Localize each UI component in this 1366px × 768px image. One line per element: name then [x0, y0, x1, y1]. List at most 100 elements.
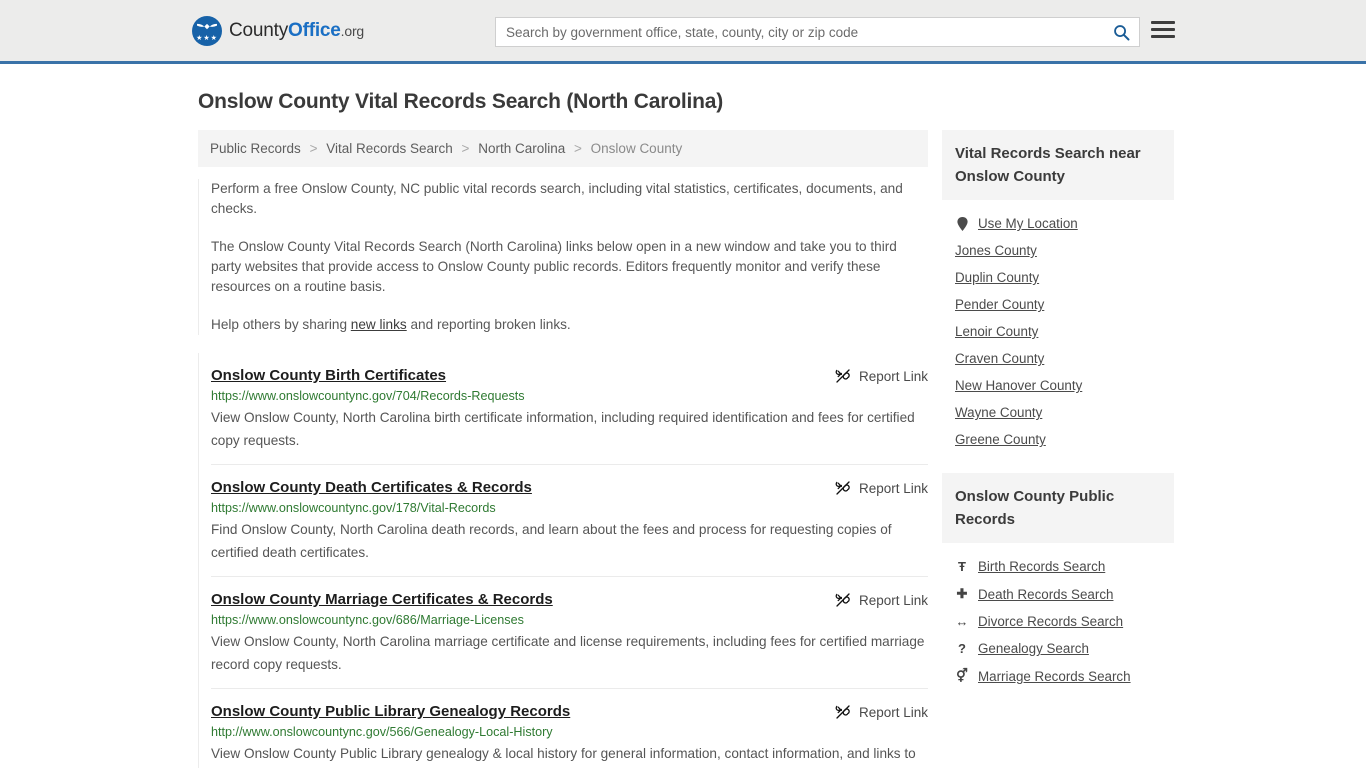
search-input[interactable] — [496, 24, 1103, 40]
result-url: http://www.onslowcountync.gov/566/Geneal… — [211, 725, 553, 739]
intro-paragraph-1: Perform a free Onslow County, NC public … — [211, 181, 903, 216]
result-title-link[interactable]: Onslow County Public Library Genealogy R… — [211, 703, 570, 720]
broken-link-icon — [835, 705, 850, 719]
new-links-link[interactable]: new links — [351, 317, 407, 332]
stars-glyph: ★★★ — [196, 34, 218, 42]
result-header: Onslow County Death Certificates & Recor… — [211, 479, 928, 496]
result-header: Onslow County Marriage Certificates & Re… — [211, 591, 928, 608]
sidebar-item-divorce-records-search[interactable]: ↔ Divorce Records Search — [942, 608, 1174, 635]
result-description: View Onslow County, North Carolina birth… — [211, 410, 915, 448]
sidebar-item-marriage-records-search[interactable]: ⚥ Marriage Records Search — [942, 662, 1174, 690]
sidebar-link-label[interactable]: Marriage Records Search — [978, 669, 1131, 684]
breadcrumb-item-north-carolina[interactable]: North Carolina — [478, 141, 565, 156]
sidebar: Vital Records Search near Onslow County … — [942, 130, 1174, 710]
sidebar-link-label[interactable]: Pender County — [955, 297, 1044, 312]
intro-text-before-link: Help others by sharing — [211, 317, 351, 332]
search-icon — [1113, 24, 1129, 40]
result-header: Onslow County Public Library Genealogy R… — [211, 703, 928, 720]
breadcrumb-separator: > — [574, 141, 582, 156]
main-column: Public Records > Vital Records Search > … — [198, 130, 928, 768]
sidebar-item-new-hanover-county[interactable]: New Hanover County — [942, 372, 1174, 399]
brand-wordmark: CountyOffice.org — [229, 20, 364, 42]
result-title-link[interactable]: Onslow County Death Certificates & Recor… — [211, 479, 532, 496]
result-title-link[interactable]: Onslow County Birth Certificates — [211, 367, 446, 384]
intro-section: Perform a free Onslow County, NC public … — [198, 179, 928, 335]
broken-link-icon — [835, 481, 850, 495]
sidebar-link-label[interactable]: Birth Records Search — [978, 559, 1105, 574]
sidebar-link-label[interactable]: Wayne County — [955, 405, 1042, 420]
sidebar-item-craven-county[interactable]: Craven County — [942, 345, 1174, 372]
baby-icon: Ŧ — [958, 559, 966, 574]
sidebar-item-death-records-search[interactable]: ✚ Death Records Search — [942, 580, 1174, 608]
intro-text-after-link: and reporting broken links. — [406, 317, 571, 332]
report-link-label: Report Link — [858, 592, 928, 608]
breadcrumb-item-vital-records-search[interactable]: Vital Records Search — [326, 141, 453, 156]
brand-part-tld: .org — [340, 22, 365, 39]
report-link-button[interactable]: Report Link — [835, 479, 928, 496]
sidebar-link-label[interactable]: Craven County — [955, 351, 1044, 366]
report-link-label: Report Link — [858, 480, 928, 496]
sidebar-item-jones-county[interactable]: Jones County — [942, 237, 1174, 264]
nearby-counties-heading: Vital Records Search near Onslow County — [942, 130, 1174, 200]
sidebar-link-label[interactable]: Greene County — [955, 432, 1046, 447]
hamburger-bar — [1151, 21, 1175, 24]
public-records-panel: Onslow County Public Records Ŧ Birth Rec… — [942, 473, 1174, 690]
male-female-icon: ⚥ — [956, 668, 968, 683]
report-link-button[interactable]: Report Link — [835, 367, 928, 384]
search-bar[interactable] — [495, 17, 1140, 47]
sidebar-item-use-my-location[interactable]: Use My Location — [942, 210, 1174, 237]
result-item: Onslow County Death Certificates & Recor… — [211, 464, 928, 576]
result-item: Onslow County Birth Certificates Report … — [211, 353, 928, 464]
sidebar-item-lenoir-county[interactable]: Lenoir County — [942, 318, 1174, 345]
sidebar-item-genealogy-search[interactable]: ? Genealogy Search — [942, 635, 1174, 662]
breadcrumb-item-public-records[interactable]: Public Records — [210, 141, 301, 156]
sidebar-link-label[interactable]: Divorce Records Search — [978, 614, 1123, 629]
question-mark-icon: ? — [958, 641, 966, 656]
nearby-counties-list: Use My Location Jones County Duplin Coun… — [942, 200, 1174, 453]
sidebar-item-birth-records-search[interactable]: Ŧ Birth Records Search — [942, 553, 1174, 580]
left-right-arrow-icon: ↔ — [955, 614, 969, 629]
breadcrumb: Public Records > Vital Records Search > … — [198, 130, 928, 167]
sidebar-item-greene-county[interactable]: Greene County — [942, 426, 1174, 453]
sidebar-item-pender-county[interactable]: Pender County — [942, 291, 1174, 318]
result-description: View Onslow County Public Library geneal… — [211, 746, 916, 761]
result-header: Onslow County Birth Certificates Report … — [211, 367, 928, 384]
sidebar-link-label[interactable]: Use My Location — [978, 216, 1078, 231]
sidebar-link-label[interactable]: New Hanover County — [955, 378, 1082, 393]
content-layout: Public Records > Vital Records Search > … — [198, 130, 1186, 768]
report-link-button[interactable]: Report Link — [835, 703, 928, 720]
page-title: Onslow County Vital Records Search (Nort… — [198, 90, 724, 113]
sidebar-link-label[interactable]: Lenoir County — [955, 324, 1038, 339]
brand-part-county: County — [229, 19, 289, 41]
search-button[interactable] — [1103, 18, 1139, 46]
result-url: https://www.onslowcountync.gov/178/Vital… — [211, 501, 496, 515]
brand-part-office: Office — [288, 19, 341, 41]
site-logo[interactable]: ★★★ CountyOffice.org — [192, 15, 364, 46]
sidebar-link-label[interactable]: Death Records Search — [978, 587, 1113, 602]
eagle-glyph — [197, 23, 217, 29]
breadcrumb-separator: > — [461, 141, 470, 156]
breadcrumb-item-onslow-county: Onslow County — [590, 141, 683, 156]
report-link-label: Report Link — [858, 704, 928, 720]
results-list: Onslow County Birth Certificates Report … — [198, 353, 928, 768]
public-records-list: Ŧ Birth Records Search ✚ Death Records S… — [942, 543, 1174, 690]
page-container: Onslow County Vital Records Search (Nort… — [0, 90, 1366, 768]
sidebar-link-label[interactable]: Duplin County — [955, 270, 1039, 285]
result-item: Onslow County Marriage Certificates & Re… — [211, 576, 928, 688]
breadcrumb-separator: > — [309, 141, 318, 156]
nearby-counties-panel: Vital Records Search near Onslow County … — [942, 130, 1174, 453]
hamburger-menu-icon[interactable] — [1151, 21, 1175, 38]
report-link-button[interactable]: Report Link — [835, 591, 928, 608]
broken-link-icon — [835, 593, 850, 607]
sidebar-link-label[interactable]: Jones County — [955, 243, 1037, 258]
sidebar-link-label[interactable]: Genealogy Search — [978, 641, 1089, 656]
intro-paragraph-2: The Onslow County Vital Records Search (… — [211, 239, 897, 294]
result-title-link[interactable]: Onslow County Marriage Certificates & Re… — [211, 591, 553, 608]
public-records-heading: Onslow County Public Records — [942, 473, 1174, 543]
result-url: https://www.onslowcountync.gov/686/Marri… — [211, 613, 524, 627]
sidebar-item-wayne-county[interactable]: Wayne County — [942, 399, 1174, 426]
result-item: Onslow County Public Library Genealogy R… — [211, 688, 928, 768]
broken-link-icon — [835, 369, 850, 383]
sidebar-item-duplin-county[interactable]: Duplin County — [942, 264, 1174, 291]
site-header: ★★★ CountyOffice.org — [0, 0, 1366, 64]
